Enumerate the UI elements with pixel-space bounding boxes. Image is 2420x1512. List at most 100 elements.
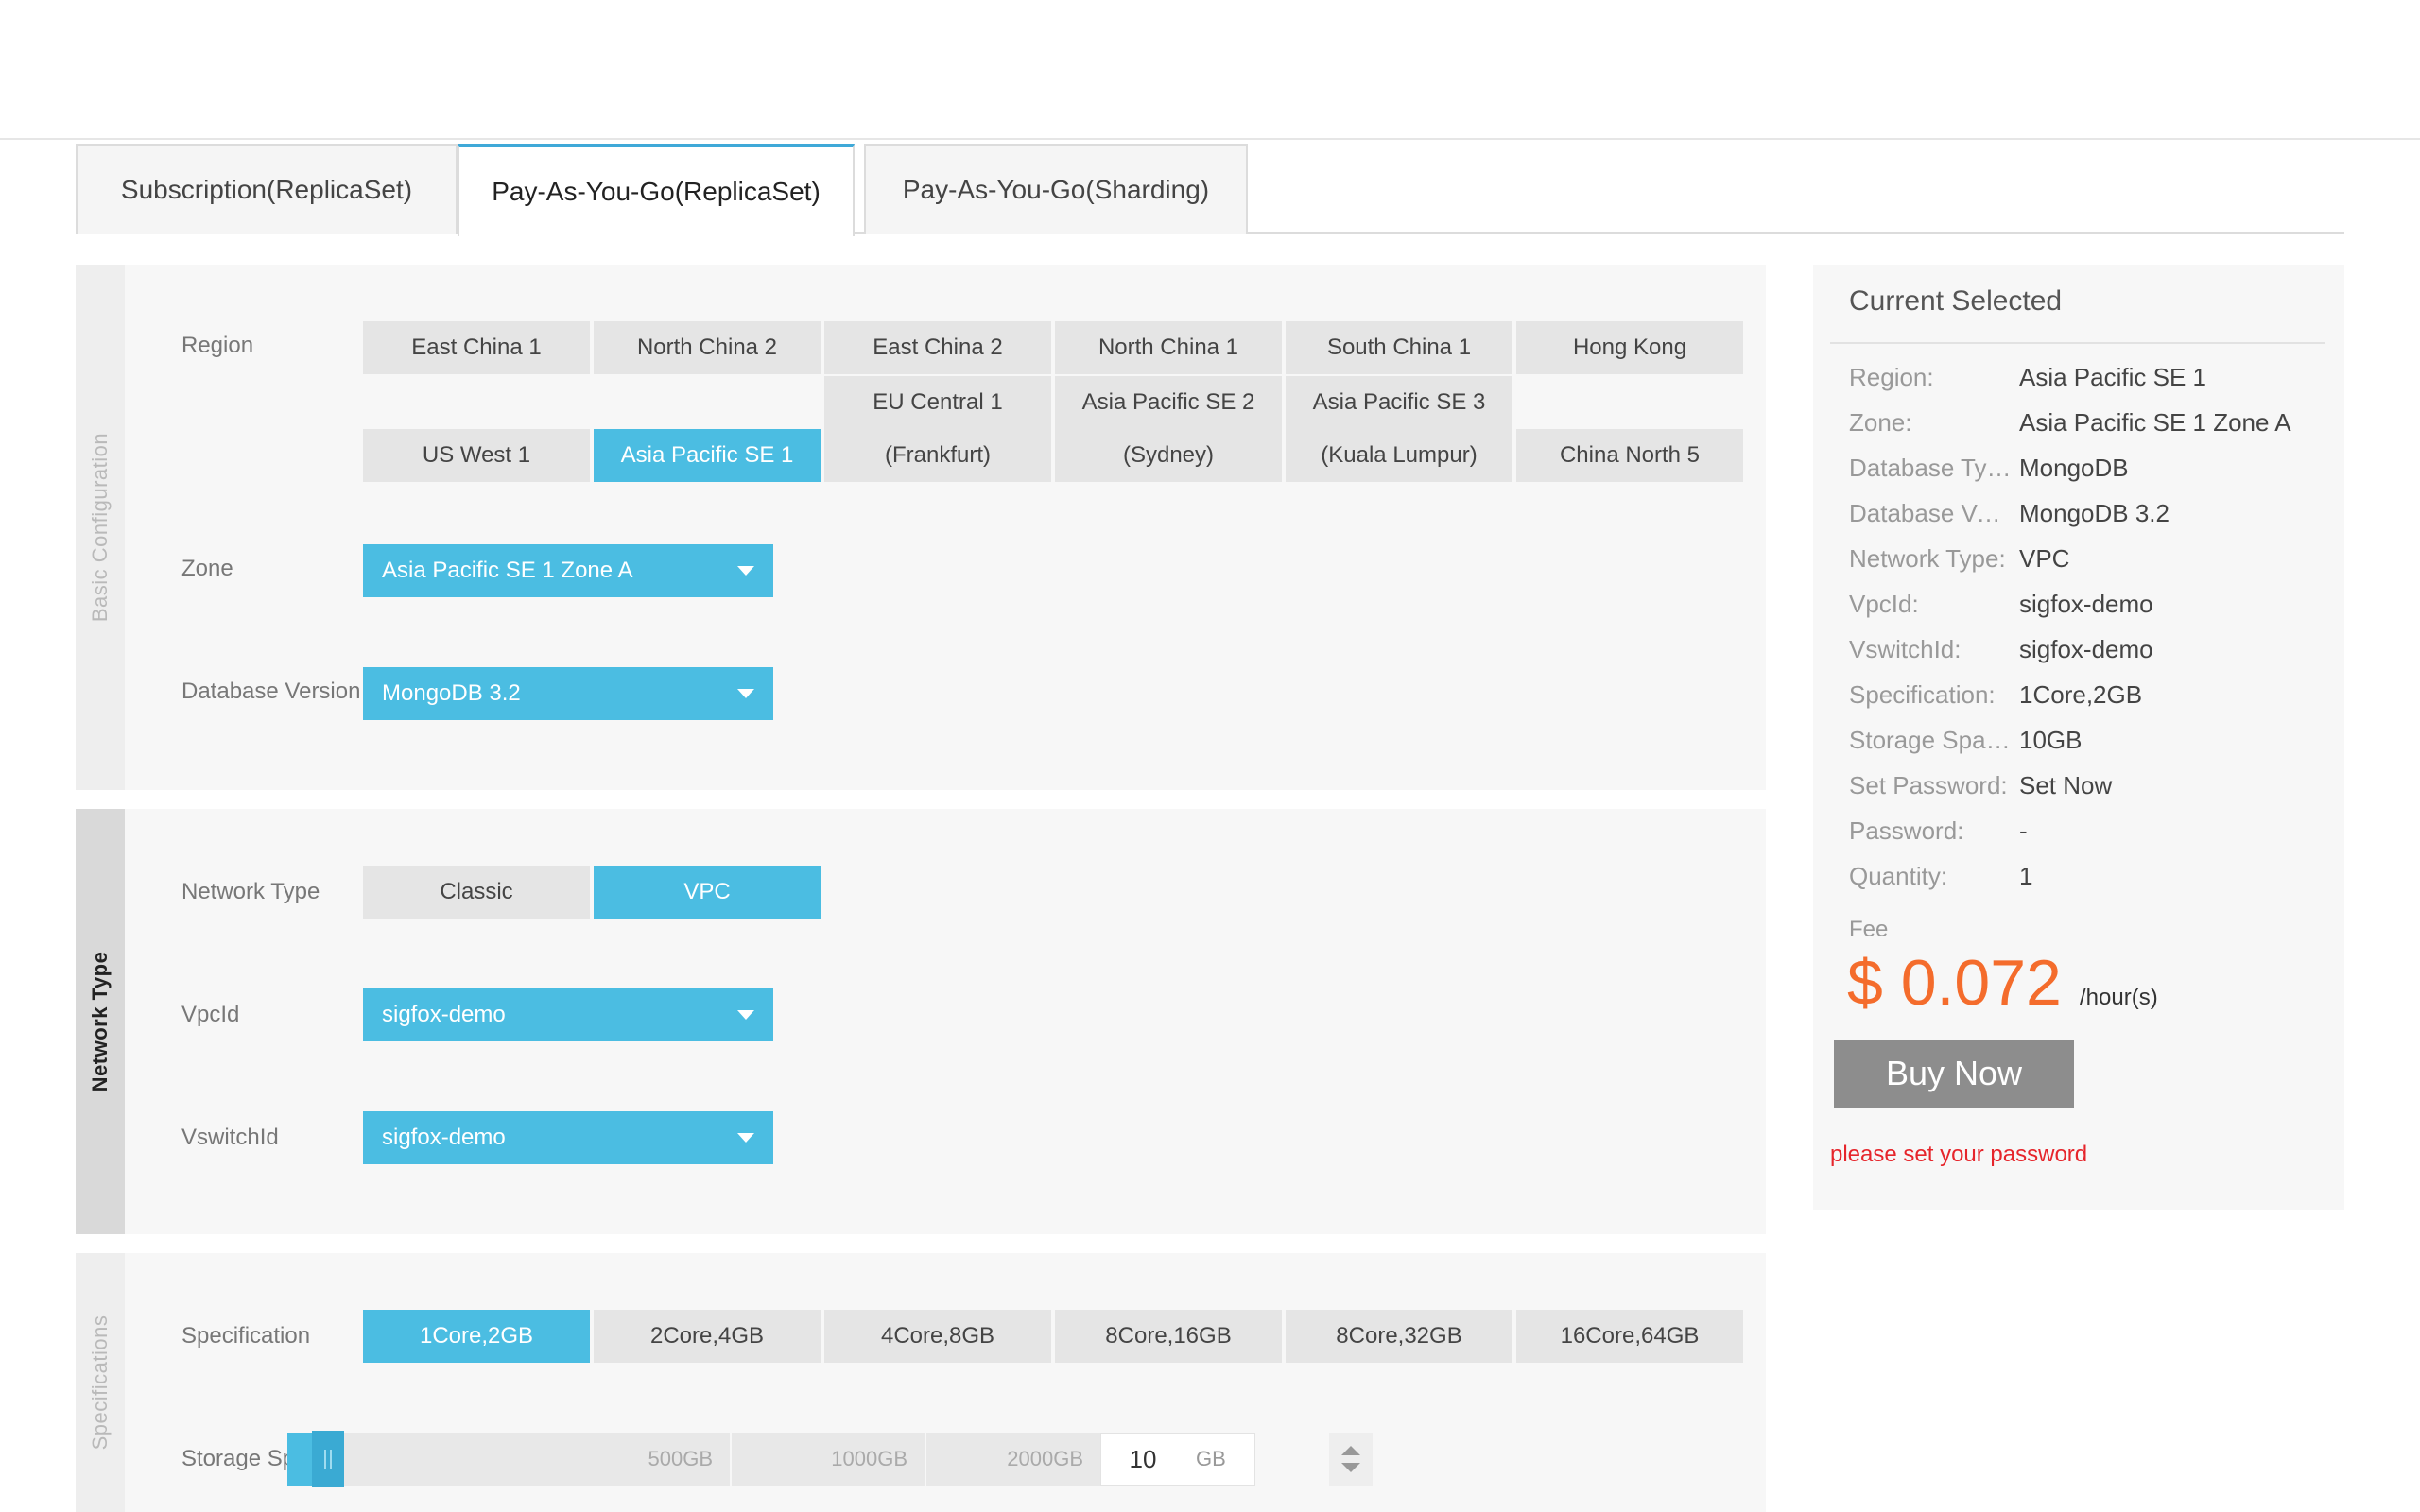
network-type-title: Network Type xyxy=(88,951,112,1092)
spec-option-4core-8gb[interactable]: 4Core,8GB xyxy=(824,1310,1051,1363)
database-version-select[interactable]: MongoDB 3.2 xyxy=(363,667,773,720)
region-option-city: (Sydney) xyxy=(1122,442,1215,468)
region-option-china-north-5[interactable]: China North 5 xyxy=(1516,429,1743,482)
spec-option-16core-64gb[interactable]: 16Core,64GB xyxy=(1516,1310,1743,1363)
region-option-asia-pacific-se-2[interactable]: Asia Pacific SE 2 (Sydney) xyxy=(1055,376,1282,482)
current-selected-title: Current Selected xyxy=(1849,285,2063,317)
storage-tick-500gb: 500GB xyxy=(287,1433,732,1486)
summary-row-vpcid: VpcId: sigfox-demo xyxy=(1849,590,2331,627)
region-option-east-china-1[interactable]: East China 1 xyxy=(363,321,590,374)
region-option-city: (Frankfurt) xyxy=(884,442,991,468)
vpcid-select[interactable]: sigfox-demo xyxy=(363,988,773,1041)
storage-slider-handle[interactable] xyxy=(312,1431,344,1487)
spec-option-8core-32gb[interactable]: 8Core,32GB xyxy=(1286,1310,1512,1363)
region-option-us-west-1[interactable]: US West 1 xyxy=(363,429,590,482)
network-option-classic[interactable]: Classic xyxy=(363,866,590,919)
summary-value: 1 xyxy=(2019,862,2033,890)
specification-label: Specification xyxy=(182,1323,311,1349)
spec-option-8core-16gb[interactable]: 8Core,16GB xyxy=(1055,1310,1282,1363)
vswitchid-label: VswitchId xyxy=(182,1125,279,1150)
summary-key: Quantity: xyxy=(1849,862,1948,890)
tab-subscription-replicaset[interactable]: Subscription(ReplicaSet) xyxy=(76,144,458,234)
password-warning: please set your password xyxy=(1830,1142,2088,1167)
summary-row-database-type: Database Type: MongoDB xyxy=(1849,454,2331,491)
storage-tick-1000gb: 1000GB xyxy=(732,1433,926,1486)
storage-stepper[interactable] xyxy=(1329,1433,1373,1486)
specifications-sidebar: Specifications xyxy=(76,1253,125,1512)
region-option-hong-kong[interactable]: Hong Kong xyxy=(1516,321,1743,374)
chevron-down-icon xyxy=(737,689,754,698)
summary-key: Database Version: xyxy=(1849,499,2012,527)
region-option-name: Asia Pacific SE 2 xyxy=(1081,389,1255,415)
database-version-value: MongoDB 3.2 xyxy=(382,680,521,706)
region-option-city: (Kuala Lumpur) xyxy=(1321,442,1478,468)
summary-key: VpcId: xyxy=(1849,590,1919,618)
summary-value: Set Now xyxy=(2019,771,2113,799)
summary-key: VswitchId: xyxy=(1849,635,1962,663)
chevron-down-icon xyxy=(737,1133,754,1143)
storage-unit: GB xyxy=(1196,1447,1226,1470)
summary-value: VPC xyxy=(2019,544,2070,573)
summary-row-set-password: Set Password: Set Now xyxy=(1849,771,2331,809)
fee-label: Fee xyxy=(1849,917,1889,942)
summary-value: MongoDB xyxy=(2019,454,2129,482)
summary-key: Password: xyxy=(1849,816,1964,845)
basic-configuration-section: Basic Configuration Region East China 1 … xyxy=(76,265,1766,790)
fee-unit: /hour(s) xyxy=(2080,985,2158,1010)
summary-key: Set Password: xyxy=(1849,771,2008,799)
region-option-south-china-1[interactable]: South China 1 xyxy=(1286,321,1512,374)
region-option-name: Asia Pacific SE 3 xyxy=(1312,389,1486,415)
stepper-up-icon[interactable] xyxy=(1341,1446,1360,1455)
summary-row-network-type: Network Type: VPC xyxy=(1849,544,2331,582)
storage-space-slider[interactable]: 500GB 1000GB 2000GB xyxy=(287,1431,1100,1487)
spec-option-2core-4gb[interactable]: 2Core,4GB xyxy=(594,1310,821,1363)
summary-value: 10GB xyxy=(2019,726,2083,754)
summary-key: Specification: xyxy=(1849,680,1996,709)
vswitchid-select[interactable]: sigfox-demo xyxy=(363,1111,773,1164)
database-version-label: Database Version xyxy=(182,679,361,704)
tab-payg-replicaset[interactable]: Pay-As-You-Go(ReplicaSet) xyxy=(458,144,855,236)
network-option-vpc[interactable]: VPC xyxy=(594,866,821,919)
summary-divider xyxy=(1830,342,2325,344)
region-label: Region xyxy=(182,333,254,358)
summary-row-specification: Specification: 1Core,2GB xyxy=(1849,680,2331,718)
network-type-label: Network Type xyxy=(182,879,320,904)
summary-row-quantity: Quantity: 1 xyxy=(1849,862,2331,900)
summary-key: Network Type: xyxy=(1849,544,2006,573)
specifications-title: Specifications xyxy=(88,1314,112,1451)
summary-row-database-version: Database Version: MongoDB 3.2 xyxy=(1849,499,2331,537)
tab-payg-sharding[interactable]: Pay-As-You-Go(Sharding) xyxy=(864,144,1248,234)
summary-key: Region: xyxy=(1849,363,1934,391)
summary-row-vswitchid: VswitchId: sigfox-demo xyxy=(1849,635,2331,673)
storage-space-input[interactable] xyxy=(1101,1444,1184,1474)
region-option-asia-pacific-se-3[interactable]: Asia Pacific SE 3 (Kuala Lumpur) xyxy=(1286,376,1512,482)
summary-value: - xyxy=(2019,816,2028,845)
region-option-north-china-2[interactable]: North China 2 xyxy=(594,321,821,374)
basic-configuration-title: Basic Configuration xyxy=(88,432,112,623)
storage-tick-2000gb: 2000GB xyxy=(1007,1447,1083,1470)
summary-row-region: Region: Asia Pacific SE 1 xyxy=(1849,363,2331,401)
network-type-sidebar: Network Type xyxy=(76,809,125,1234)
storage-space-field[interactable]: GB xyxy=(1100,1433,1255,1486)
vpcid-select-value: sigfox-demo xyxy=(382,1002,506,1027)
summary-key: Zone: xyxy=(1849,408,1912,437)
region-option-eu-central-1[interactable]: EU Central 1 (Frankfurt) xyxy=(824,376,1051,482)
summary-value: sigfox-demo xyxy=(2019,635,2153,663)
region-option-asia-pacific-se-1[interactable]: Asia Pacific SE 1 xyxy=(594,429,821,482)
top-header-bar xyxy=(0,0,2420,140)
spec-option-1core-2gb[interactable]: 1Core,2GB xyxy=(363,1310,590,1363)
current-selected-panel: Current Selected Region: Asia Pacific SE… xyxy=(1813,265,2344,1210)
zone-label: Zone xyxy=(182,556,233,581)
summary-value: sigfox-demo xyxy=(2019,590,2153,618)
region-option-name: EU Central 1 xyxy=(873,389,1003,415)
chevron-down-icon xyxy=(737,566,754,576)
region-option-east-china-2[interactable]: East China 2 xyxy=(824,321,1051,374)
region-option-north-china-1[interactable]: North China 1 xyxy=(1055,321,1282,374)
fee-amount: $ 0.072 xyxy=(1847,947,2062,1019)
stepper-down-icon[interactable] xyxy=(1341,1463,1360,1472)
buy-now-button[interactable]: Buy Now xyxy=(1834,1040,2074,1108)
storage-slider-fill xyxy=(287,1433,312,1486)
zone-select[interactable]: Asia Pacific SE 1 Zone A xyxy=(363,544,773,597)
summary-key: Database Type: xyxy=(1849,454,2012,482)
summary-value: Asia Pacific SE 1 Zone A xyxy=(2019,408,2291,437)
